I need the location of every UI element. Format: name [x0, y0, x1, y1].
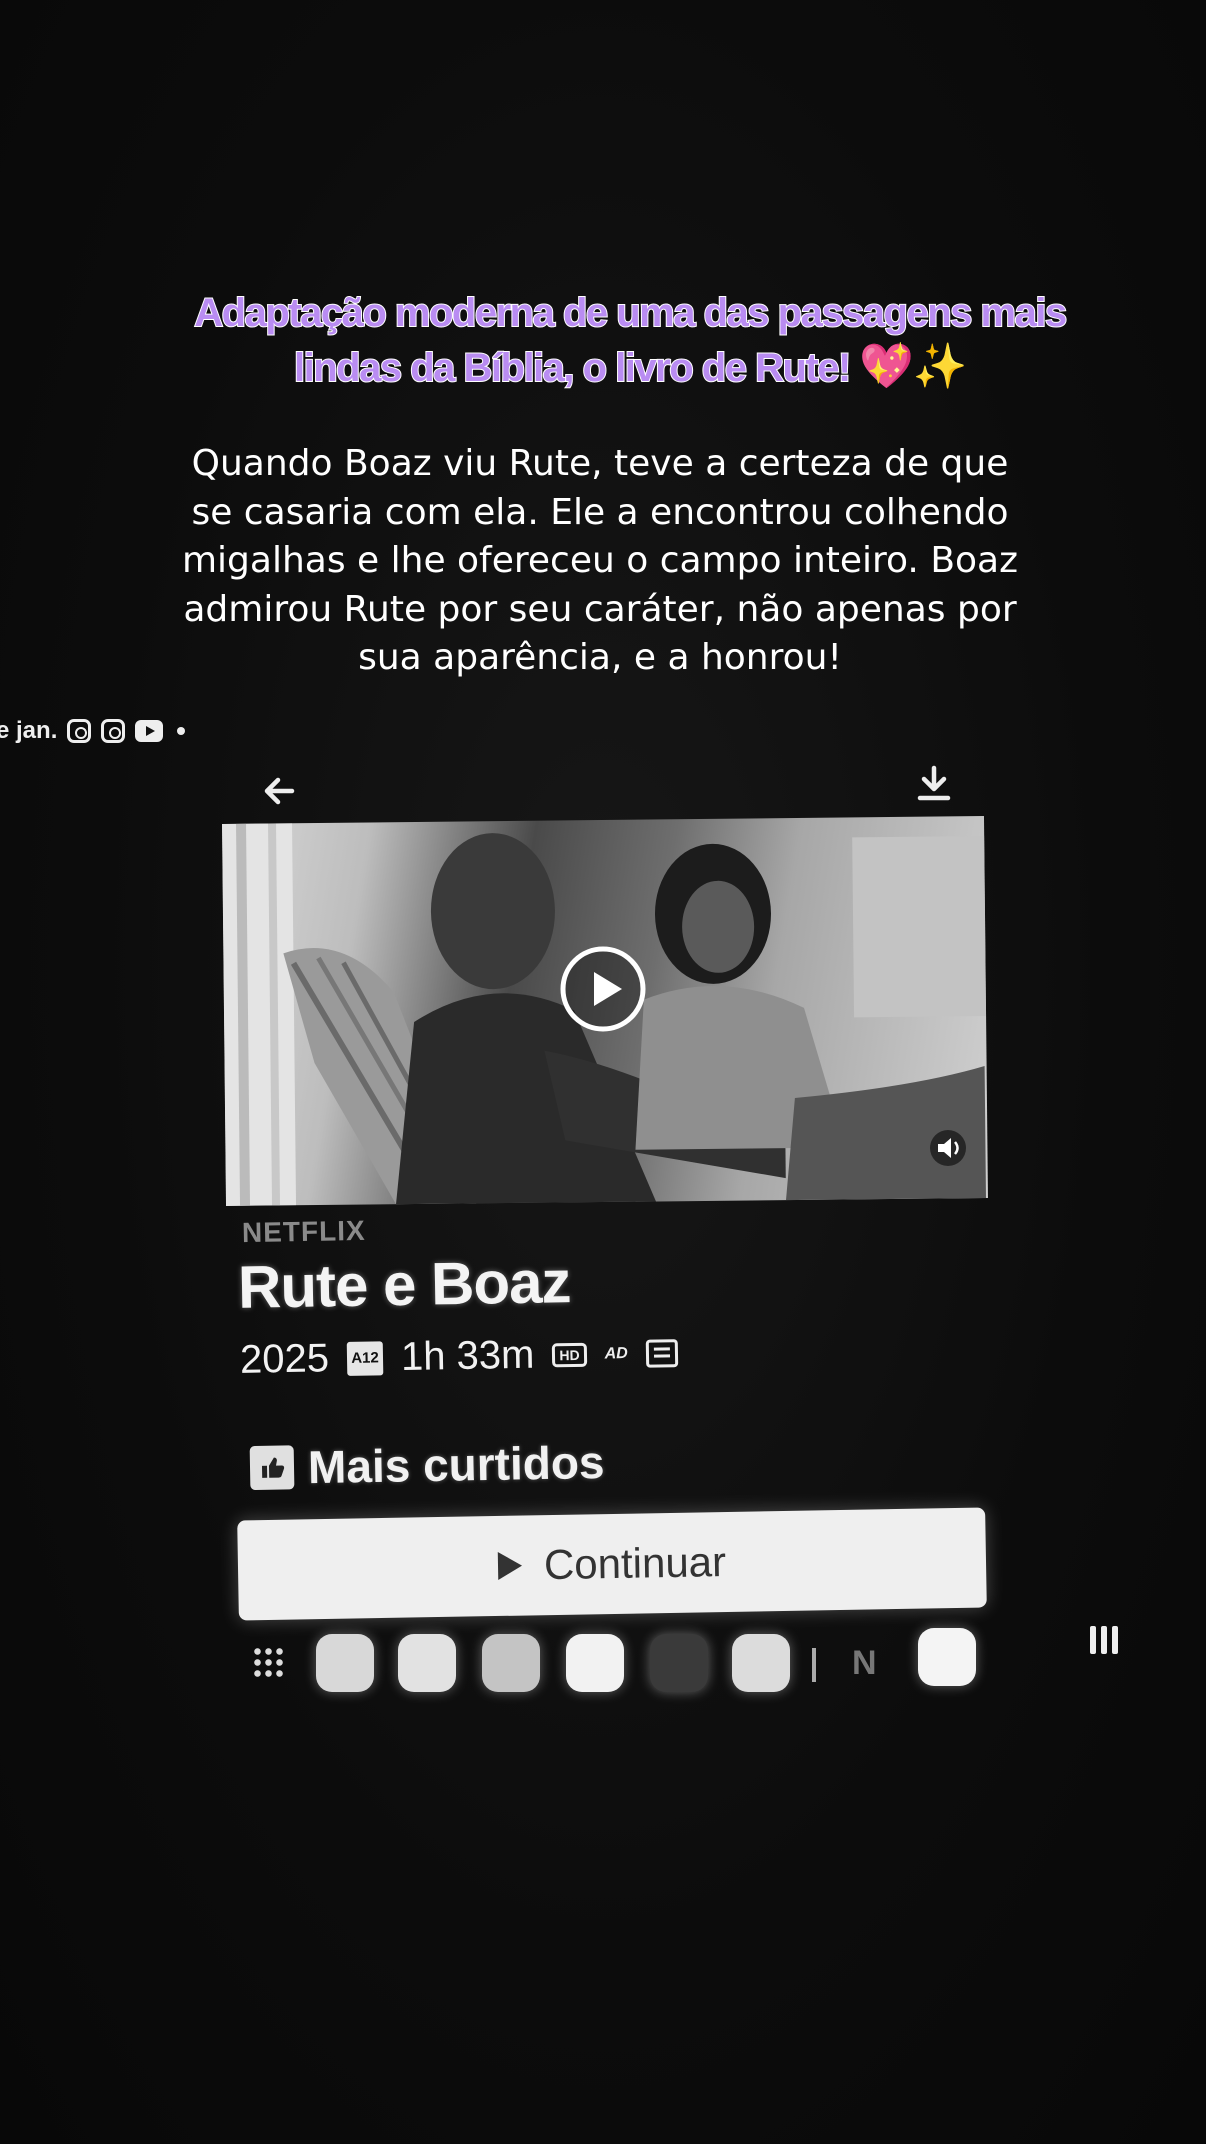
top-rated-badge: Mais curtidos: [249, 1435, 605, 1495]
youtube-icon: [135, 720, 164, 742]
browser-app-icon[interactable]: [650, 1634, 708, 1692]
play-icon: [497, 1551, 523, 1580]
caption-highlight-line2: lindas da Bíblia, o livro de Rute!: [293, 345, 852, 391]
story-screen: Adaptação moderna de uma das passagens m…: [0, 0, 1206, 2144]
continue-button[interactable]: Continuar: [237, 1507, 987, 1621]
title-meta: 2025 A12 1h 33m HD AD: [240, 1330, 678, 1383]
youtube-app-icon[interactable]: [918, 1628, 976, 1686]
arrow-left-icon[interactable]: [258, 770, 300, 812]
instagram-icon: [101, 719, 126, 743]
chat-app-icon[interactable]: [566, 1634, 624, 1692]
instagram-icon: [67, 719, 92, 743]
story-meta: e jan.: [0, 714, 186, 748]
taskbar-dock: N: [250, 1614, 990, 1702]
phone-app-icon[interactable]: [482, 1634, 540, 1692]
duration: 1h 33m: [400, 1332, 535, 1380]
release-year: 2025: [239, 1336, 330, 1382]
play-circle-icon[interactable]: [558, 944, 648, 1034]
netflix-logo: NETFLIX: [241, 1214, 366, 1249]
story-date: e jan.: [0, 717, 58, 744]
download-icon[interactable]: [912, 762, 956, 806]
dock-divider: [812, 1648, 816, 1682]
caption-highlight: Adaptação moderna de uma das passagens m…: [120, 286, 1140, 395]
camera-app-icon[interactable]: [732, 1634, 790, 1692]
messages-app-icon[interactable]: [398, 1634, 456, 1692]
age-rating-badge: A12: [346, 1340, 384, 1376]
thumbs-up-icon: [249, 1445, 295, 1491]
volume-icon[interactable]: [928, 1128, 968, 1168]
top-rated-label: Mais curtidos: [307, 1435, 605, 1494]
heart-sparkles-emoji: 💖✨: [859, 342, 967, 391]
caption-highlight-line1: Adaptação moderna de uma das passagens m…: [193, 290, 1068, 336]
notes-app-icon[interactable]: [316, 1634, 374, 1692]
recent-apps-button[interactable]: [1090, 1626, 1118, 1654]
hd-badge: HD: [552, 1342, 587, 1367]
subtitles-icon: [645, 1338, 678, 1368]
caption-body: Quando Boaz viu Rute, teve a certeza de …: [181, 443, 1019, 678]
netflix-app-icon[interactable]: N: [852, 1644, 877, 1683]
page-title: Rute e Boaz: [237, 1248, 571, 1321]
continue-label: Continuar: [543, 1538, 727, 1589]
dot-icon: [177, 727, 186, 735]
audio-description-badge: AD: [604, 1344, 628, 1362]
